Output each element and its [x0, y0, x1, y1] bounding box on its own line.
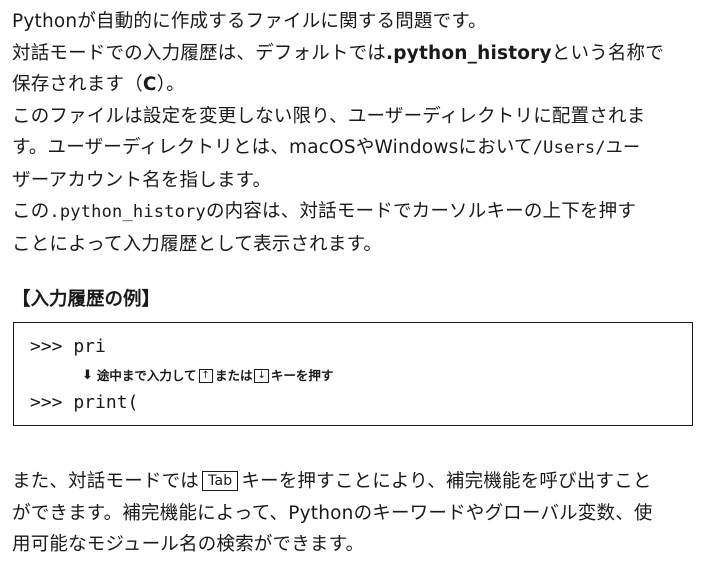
- code-line-2: >>> print(: [30, 392, 139, 413]
- document-page: Pythonが自動的に作成するファイルに関する問題です。 対話モードでの入力履歴…: [12, 6, 702, 561]
- text: 対話モードでの入力履歴は、デフォルトでは: [12, 42, 387, 64]
- instruction-text: 途中まで入力して: [96, 368, 197, 383]
- text: キーを押すことにより、補完機能を呼び出すこと: [241, 471, 652, 492]
- path-text: /Users/ユー: [532, 138, 641, 158]
- answer-label: C: [142, 74, 157, 95]
- text: す。ユーザーディレクトリとは、macOSやWindowsにおいて: [12, 137, 533, 158]
- text: Pythonが自動的に作成するファイルに関する問題です。: [12, 11, 487, 32]
- text: ができます。補完機能によって、Pythonのキーワードやグローバル変数、使: [12, 502, 653, 524]
- arrow-down-icon: ⬇: [82, 368, 93, 383]
- example-box: >>> pri ⬇ 途中まで入力して ↑ または ↓ キーを押す >>> pri…: [13, 322, 693, 426]
- code-line-1: >>> pri: [30, 336, 106, 357]
- instruction-text: キーを押す: [270, 368, 334, 383]
- text: ）。: [156, 74, 185, 95]
- down-key-icon: ↓: [254, 369, 269, 383]
- text: ことによって入力履歴として表示されます。: [12, 233, 383, 255]
- instruction: ⬇ 途中まで入力して ↑ または ↓ キーを押す: [82, 367, 333, 385]
- intro-paragraph: Pythonが自動的に作成するファイルに関する問題です。 対話モードでの入力履歴…: [12, 6, 702, 260]
- filename: .python_history: [386, 42, 552, 64]
- tab-key-icon: Tab: [202, 471, 239, 491]
- text: の内容は、対話モードでカーソルキーの上下を押す: [205, 201, 637, 222]
- up-key-icon: ↑: [198, 369, 213, 383]
- filename-code: .python_history: [49, 202, 206, 222]
- text: ザーアカウント名を指します。: [12, 169, 272, 191]
- text: この: [12, 201, 50, 222]
- text: 用可能なモジュール名の検索ができます。: [12, 534, 365, 555]
- closing-paragraph: また、対話モードでは Tab キーを押すことにより、補完機能を呼び出すこと ができま…: [12, 466, 702, 561]
- text: また、対話モードでは: [12, 471, 200, 492]
- instruction-text: または: [214, 368, 253, 383]
- example-heading: 【入力履歴の例】: [12, 289, 161, 310]
- text: このファイルは設定を変更しない限り、ユーザーディレクトリに配置されま: [12, 105, 646, 127]
- text: 保存されます（: [12, 74, 143, 95]
- text: という名称で: [551, 42, 664, 64]
